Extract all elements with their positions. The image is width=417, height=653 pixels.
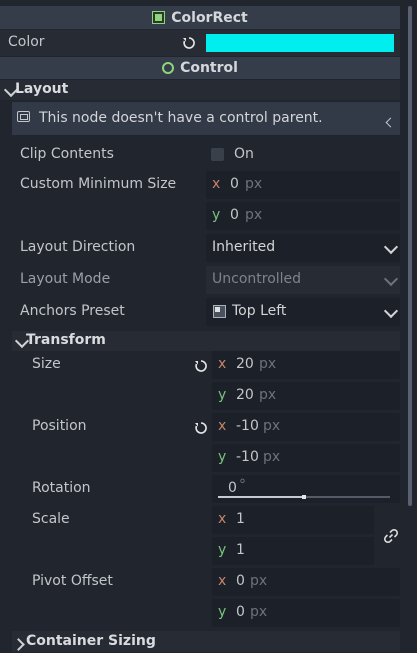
x-axis-label: x [212, 176, 221, 192]
chevron-right-icon [12, 637, 25, 653]
px-unit: px [245, 176, 263, 192]
custom-min-size-label: Custom Minimum Size [20, 176, 177, 192]
px-unit: px [259, 356, 277, 372]
px-unit: px [263, 418, 281, 434]
collapse-arrow-icon[interactable] [385, 114, 396, 130]
position-y-value: -10 [236, 449, 259, 465]
colorrect-section-header[interactable]: ColorRect [0, 6, 400, 29]
colorrect-icon [152, 11, 166, 24]
transform-section-header[interactable]: Transform [12, 331, 400, 351]
clip-contents-label: Clip Contents [20, 146, 114, 162]
scale-y-value: 1 [236, 542, 245, 558]
layout-section-header[interactable]: Layout [0, 80, 400, 100]
anchor-top-left-icon [213, 305, 226, 318]
x-axis-label: x [218, 511, 227, 527]
rotation-track-fill [218, 496, 304, 498]
y-axis-label: y [218, 604, 227, 620]
colorrect-section-title: ColorRect [171, 9, 248, 26]
control-node-icon [162, 62, 175, 74]
color-label: Color [8, 34, 45, 50]
size-y-field[interactable]: y 20 px [212, 382, 400, 410]
revert-icon[interactable] [181, 35, 197, 55]
position-label: Position [32, 418, 87, 434]
px-unit: px [259, 387, 277, 403]
layout-direction-dropdown[interactable]: Inherited [206, 234, 400, 262]
x-axis-label: x [218, 356, 227, 372]
rotation-slider[interactable]: 0 ° [212, 475, 400, 503]
layout-direction-label: Layout Direction [20, 239, 136, 255]
control-parent-warning: This node doesn't have a control parent. [12, 102, 400, 135]
warning-text: This node doesn't have a control parent. [39, 110, 323, 126]
pivot-x-value: 0 [236, 573, 245, 589]
degree-unit: ° [239, 477, 246, 493]
size-y-value: 20 [236, 387, 254, 403]
min-size-y-value: 0 [230, 207, 239, 223]
color-swatch-picker[interactable] [206, 34, 394, 52]
scale-label: Scale [32, 511, 70, 527]
anchors-preset-label: Anchors Preset [20, 303, 125, 319]
layout-mode-value: Uncontrolled [212, 271, 302, 287]
scale-y-field[interactable]: y 1 [212, 537, 374, 565]
transform-section-title: Transform [26, 332, 106, 348]
inspector-scrollbar[interactable] [405, 4, 415, 652]
size-x-value: 20 [236, 356, 254, 372]
position-y-field[interactable]: y -10 px [212, 444, 400, 472]
min-size-y-field[interactable]: y 0 px [206, 202, 400, 230]
chevron-down-icon [383, 271, 399, 288]
scale-x-value: 1 [236, 511, 245, 527]
scale-x-field[interactable]: x 1 [212, 506, 374, 534]
y-axis-label: y [218, 542, 227, 558]
rotation-value: 0 [228, 480, 237, 496]
rotation-grabber[interactable] [302, 495, 306, 499]
min-size-x-value: 0 [230, 176, 239, 192]
px-unit: px [250, 604, 268, 620]
x-axis-label: x [218, 418, 227, 434]
color-property-row: Color [0, 30, 400, 56]
container-sizing-title: Container Sizing [26, 633, 156, 649]
chevron-down-icon [383, 303, 399, 320]
anchors-preset-value: Top Left [232, 303, 287, 319]
revert-icon[interactable] [193, 420, 209, 440]
control-section-title: Control [180, 60, 238, 76]
chevron-down-icon [383, 239, 399, 256]
pivot-x-field[interactable]: x 0 px [212, 568, 400, 596]
control-section-header[interactable]: Control [0, 57, 400, 79]
pivot-y-field[interactable]: y 0 px [212, 599, 400, 627]
anchors-preset-dropdown[interactable]: Top Left [206, 298, 400, 326]
px-unit: px [250, 573, 268, 589]
x-axis-label: x [218, 573, 227, 589]
px-unit: px [245, 207, 263, 223]
container-sizing-section-header[interactable]: Container Sizing [12, 631, 400, 652]
layout-mode-label: Layout Mode [20, 271, 111, 287]
position-x-field[interactable]: x -10 px [212, 413, 400, 441]
min-size-x-field[interactable]: x 0 px [206, 171, 400, 199]
link-icon[interactable] [383, 528, 399, 548]
position-x-value: -10 [236, 418, 259, 434]
size-x-field[interactable]: x 20 px [212, 351, 400, 379]
pivot-offset-label: Pivot Offset [32, 573, 113, 589]
y-axis-label: y [218, 449, 227, 465]
clip-contents-checkbox[interactable] [211, 148, 224, 161]
size-label: Size [32, 356, 61, 372]
layout-mode-dropdown: Uncontrolled [206, 266, 400, 294]
px-unit: px [263, 449, 281, 465]
y-axis-label: y [212, 207, 221, 223]
layout-section-title: Layout [15, 81, 69, 97]
y-axis-label: y [218, 387, 227, 403]
pivot-y-value: 0 [236, 604, 245, 620]
rotation-label: Rotation [32, 480, 91, 496]
revert-icon[interactable] [193, 358, 209, 378]
scrollbar-thumb[interactable] [408, 6, 412, 506]
clip-contents-value: On [234, 146, 254, 162]
layout-direction-value: Inherited [212, 239, 276, 255]
info-panel-icon [17, 111, 30, 122]
